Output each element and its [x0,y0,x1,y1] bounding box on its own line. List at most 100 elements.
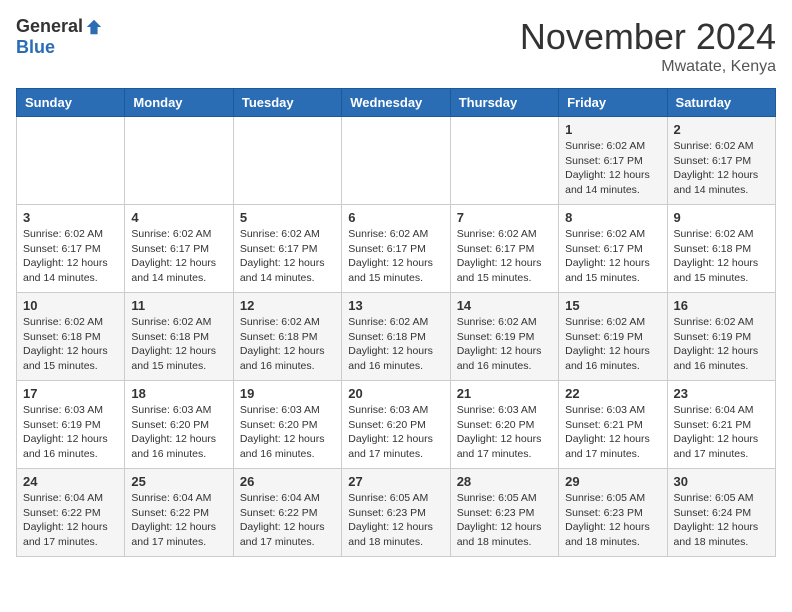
calendar-day-header: Thursday [450,89,558,117]
calendar-day-header: Tuesday [233,89,341,117]
calendar-day-cell: 17 Sunrise: 6:03 AM Sunset: 6:19 PM Dayli… [17,381,125,469]
calendar-day-cell: 23Sunrise: 6:04 AM Sunset: 6:21 PM Dayli… [667,381,775,469]
calendar-day-cell: 12 Sunrise: 6:02 AM Sunset: 6:18 PM Dayli… [233,293,341,381]
day-info: Sunrise: 6:02 AM Sunset: 6:17 PM Dayligh… [240,227,335,286]
day-info: Sunrise: 6:02 AM Sunset: 6:17 PM Dayligh… [674,139,769,198]
calendar-day-cell: 8 Sunrise: 6:02 AM Sunset: 6:17 PM Daylig… [559,205,667,293]
day-number: 30 [674,474,769,489]
day-number: 24 [23,474,118,489]
calendar-day-cell: 30 Sunrise: 6:05 AM Sunset: 6:24 PM Dayli… [667,469,775,557]
day-number: 15 [565,298,660,313]
day-number: 8 [565,210,660,225]
calendar-day-cell [125,117,233,205]
calendar-day-cell: 7 Sunrise: 6:02 AM Sunset: 6:17 PM Daylig… [450,205,558,293]
day-number: 23 [674,386,769,401]
logo: General Blue [16,16,103,58]
day-number: 16 [674,298,769,313]
day-number: 29 [565,474,660,489]
day-number: 19 [240,386,335,401]
calendar-day-cell [450,117,558,205]
calendar-day-cell: 5Sunrise: 6:02 AM Sunset: 6:17 PM Daylig… [233,205,341,293]
calendar-day-header: Saturday [667,89,775,117]
day-info: Sunrise: 6:03 AM Sunset: 6:20 PM Dayligh… [240,403,335,462]
calendar-day-cell: 2Sunrise: 6:02 AM Sunset: 6:17 PM Daylig… [667,117,775,205]
day-info: Sunrise: 6:02 AM Sunset: 6:19 PM Dayligh… [457,315,552,374]
day-number: 12 [240,298,335,313]
day-info: Sunrise: 6:04 AM Sunset: 6:22 PM Dayligh… [240,491,335,550]
calendar-day-cell: 4 Sunrise: 6:02 AM Sunset: 6:17 PM Daylig… [125,205,233,293]
calendar-week-row: 10 Sunrise: 6:02 AM Sunset: 6:18 PM Dayli… [17,293,776,381]
day-info: Sunrise: 6:02 AM Sunset: 6:18 PM Dayligh… [131,315,226,374]
calendar-day-cell: 25 Sunrise: 6:04 AM Sunset: 6:22 PM Dayli… [125,469,233,557]
day-info: Sunrise: 6:05 AM Sunset: 6:23 PM Dayligh… [565,491,660,550]
page-header: General Blue November 2024 Mwatate, Keny… [16,16,776,76]
calendar-day-cell: 19 Sunrise: 6:03 AM Sunset: 6:20 PM Dayli… [233,381,341,469]
calendar-day-header: Sunday [17,89,125,117]
day-info: Sunrise: 6:02 AM Sunset: 6:17 PM Dayligh… [23,227,118,286]
day-number: 20 [348,386,443,401]
calendar-week-row: 24 Sunrise: 6:04 AM Sunset: 6:22 PM Dayli… [17,469,776,557]
day-info: Sunrise: 6:05 AM Sunset: 6:23 PM Dayligh… [348,491,443,550]
calendar-day-cell: 16 Sunrise: 6:02 AM Sunset: 6:19 PM Dayli… [667,293,775,381]
calendar-day-cell: 13Sunrise: 6:02 AM Sunset: 6:18 PM Dayli… [342,293,450,381]
day-number: 22 [565,386,660,401]
calendar-day-cell: 20 Sunrise: 6:03 AM Sunset: 6:20 PM Dayli… [342,381,450,469]
day-info: Sunrise: 6:03 AM Sunset: 6:20 PM Dayligh… [457,403,552,462]
day-info: Sunrise: 6:02 AM Sunset: 6:17 PM Dayligh… [457,227,552,286]
calendar-day-cell: 11 Sunrise: 6:02 AM Sunset: 6:18 PM Dayli… [125,293,233,381]
calendar-day-cell: 3 Sunrise: 6:02 AM Sunset: 6:17 PM Daylig… [17,205,125,293]
day-info: Sunrise: 6:02 AM Sunset: 6:18 PM Dayligh… [348,315,443,374]
logo-blue-text: Blue [16,37,55,58]
day-number: 10 [23,298,118,313]
calendar-day-cell: 21Sunrise: 6:03 AM Sunset: 6:20 PM Dayli… [450,381,558,469]
calendar-day-cell: 10 Sunrise: 6:02 AM Sunset: 6:18 PM Dayli… [17,293,125,381]
day-info: Sunrise: 6:04 AM Sunset: 6:22 PM Dayligh… [131,491,226,550]
calendar-week-row: 17 Sunrise: 6:03 AM Sunset: 6:19 PM Dayli… [17,381,776,469]
day-info: Sunrise: 6:03 AM Sunset: 6:21 PM Dayligh… [565,403,660,462]
logo-general-text: General [16,16,83,37]
day-info: Sunrise: 6:03 AM Sunset: 6:20 PM Dayligh… [348,403,443,462]
day-number: 17 [23,386,118,401]
day-number: 28 [457,474,552,489]
day-number: 14 [457,298,552,313]
day-info: Sunrise: 6:02 AM Sunset: 6:19 PM Dayligh… [674,315,769,374]
day-info: Sunrise: 6:02 AM Sunset: 6:17 PM Dayligh… [565,139,660,198]
day-number: 1 [565,122,660,137]
calendar-day-cell: 27 Sunrise: 6:05 AM Sunset: 6:23 PM Dayli… [342,469,450,557]
day-info: Sunrise: 6:02 AM Sunset: 6:18 PM Dayligh… [23,315,118,374]
calendar-day-cell [17,117,125,205]
title-area: November 2024 Mwatate, Kenya [520,16,776,76]
calendar-day-header: Friday [559,89,667,117]
day-info: Sunrise: 6:02 AM Sunset: 6:18 PM Dayligh… [674,227,769,286]
day-info: Sunrise: 6:02 AM Sunset: 6:18 PM Dayligh… [240,315,335,374]
calendar-day-cell: 18Sunrise: 6:03 AM Sunset: 6:20 PM Dayli… [125,381,233,469]
day-info: Sunrise: 6:02 AM Sunset: 6:17 PM Dayligh… [348,227,443,286]
day-info: Sunrise: 6:02 AM Sunset: 6:17 PM Dayligh… [131,227,226,286]
day-info: Sunrise: 6:02 AM Sunset: 6:17 PM Dayligh… [565,227,660,286]
calendar-week-row: 3 Sunrise: 6:02 AM Sunset: 6:17 PM Daylig… [17,205,776,293]
day-number: 3 [23,210,118,225]
day-info: Sunrise: 6:02 AM Sunset: 6:19 PM Dayligh… [565,315,660,374]
calendar-day-cell: 24Sunrise: 6:04 AM Sunset: 6:22 PM Dayli… [17,469,125,557]
calendar-day-cell: 9 Sunrise: 6:02 AM Sunset: 6:18 PM Daylig… [667,205,775,293]
calendar-day-header: Monday [125,89,233,117]
day-number: 7 [457,210,552,225]
calendar-day-cell: 15 Sunrise: 6:02 AM Sunset: 6:19 PM Dayli… [559,293,667,381]
day-info: Sunrise: 6:03 AM Sunset: 6:19 PM Dayligh… [23,403,118,462]
day-number: 4 [131,210,226,225]
calendar-day-cell: 28Sunrise: 6:05 AM Sunset: 6:23 PM Dayli… [450,469,558,557]
calendar-day-header: Wednesday [342,89,450,117]
calendar-day-cell [233,117,341,205]
day-info: Sunrise: 6:05 AM Sunset: 6:24 PM Dayligh… [674,491,769,550]
month-title: November 2024 [520,16,776,58]
day-info: Sunrise: 6:03 AM Sunset: 6:20 PM Dayligh… [131,403,226,462]
day-number: 11 [131,298,226,313]
calendar-day-cell: 29 Sunrise: 6:05 AM Sunset: 6:23 PM Dayli… [559,469,667,557]
day-number: 26 [240,474,335,489]
day-number: 25 [131,474,226,489]
day-number: 27 [348,474,443,489]
calendar-week-row: 1 Sunrise: 6:02 AM Sunset: 6:17 PM Daylig… [17,117,776,205]
calendar-day-cell: 1 Sunrise: 6:02 AM Sunset: 6:17 PM Daylig… [559,117,667,205]
calendar-day-cell [342,117,450,205]
day-number: 9 [674,210,769,225]
